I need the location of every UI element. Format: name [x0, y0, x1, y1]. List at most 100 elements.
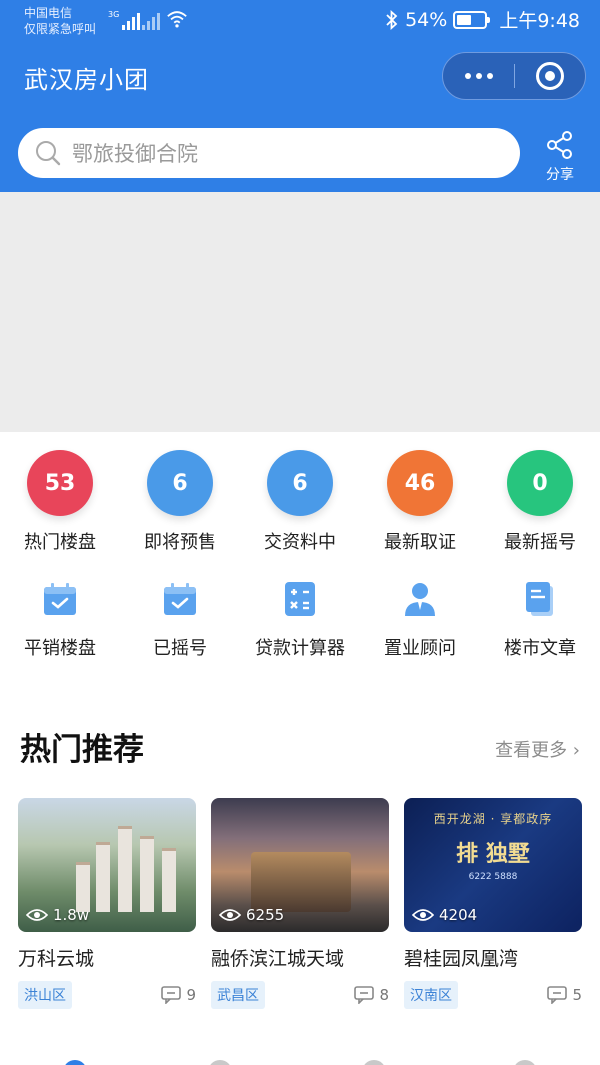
banner-carousel[interactable]	[0, 192, 600, 432]
target-close-icon[interactable]	[515, 53, 585, 99]
stat-latest-lottery[interactable]: 0 最新摇号	[480, 450, 600, 554]
recommend-list: 1.8w 万科云城 洪山区 9 6255 融侨滨江城天域 武昌区 8 西开龙湖 …	[18, 798, 582, 1009]
poster-phone: 6222 5888	[468, 872, 518, 882]
stat-submitting-documents[interactable]: 6 交资料中	[240, 450, 360, 554]
search-icon	[36, 141, 61, 166]
comment-count: 5	[547, 986, 582, 1004]
poster-main-text: 排 独墅	[456, 841, 530, 867]
comment-icon	[547, 986, 568, 1004]
eye-icon	[26, 909, 48, 921]
comment-icon	[161, 986, 182, 1004]
stat-latest-certified[interactable]: 46 最新取证	[360, 450, 480, 554]
property-meta: 武昌区 8	[211, 981, 389, 1009]
calculator-icon	[285, 582, 315, 616]
section-title: 热门推荐	[20, 732, 144, 768]
document-icon	[526, 582, 553, 616]
more-dots-icon[interactable]	[443, 53, 514, 99]
tool-regular-sales[interactable]: 平销楼盘	[0, 578, 120, 660]
view-count: 4204	[412, 906, 477, 924]
poster-headline: 西开龙湖 · 享都政序	[433, 812, 553, 826]
tab-bar	[0, 1050, 600, 1065]
view-more-link[interactable]: 查看更多 ›	[495, 736, 580, 762]
comment-icon	[354, 986, 375, 1004]
wifi-icon	[167, 11, 187, 28]
tool-loan-calculator[interactable]: 贷款计算器	[240, 578, 360, 660]
tool-label: 平销楼盘	[24, 638, 96, 659]
property-name: 融侨滨江城天域	[211, 948, 345, 970]
comment-count-value: 5	[572, 986, 582, 1004]
comment-count: 8	[354, 986, 389, 1004]
stat-label: 最新摇号	[504, 532, 576, 553]
tool-label: 已摇号	[153, 638, 207, 659]
person-icon	[405, 583, 435, 616]
view-count-value: 1.8w	[53, 906, 90, 924]
bluetooth-icon	[386, 9, 398, 30]
comment-count: 9	[161, 986, 196, 1004]
tab-home-icon[interactable]	[63, 1060, 87, 1065]
carrier-emergency: 仅限紧急呼叫	[24, 22, 97, 36]
miniprogram-capsule	[442, 52, 586, 100]
stat-count-bubble: 46	[387, 450, 453, 516]
comment-count-value: 8	[379, 986, 389, 1004]
battery-icon	[453, 10, 491, 29]
stat-upcoming-presale[interactable]: 6 即将预售	[120, 450, 240, 554]
tab-icon[interactable]	[513, 1060, 537, 1065]
eye-icon	[219, 909, 241, 921]
stat-count-bubble: 6	[147, 450, 213, 516]
clock: 上午9:48	[499, 10, 580, 32]
view-count: 6255	[219, 906, 284, 924]
stat-hot-projects[interactable]: 53 热门楼盘	[0, 450, 120, 554]
tool-label: 置业顾问	[384, 638, 456, 659]
status-bar: 中国电信 仅限紧急呼叫 3G 54% 上午9:48	[0, 0, 600, 42]
calendar-check-icon	[44, 583, 76, 615]
property-image: 1.8w	[18, 798, 196, 932]
network-type: 3G	[108, 10, 120, 19]
tool-label: 贷款计算器	[255, 638, 345, 659]
share-icon	[547, 131, 572, 159]
property-card[interactable]: 6255 融侨滨江城天域 武昌区 8	[211, 798, 389, 1009]
tab-icon[interactable]	[362, 1060, 386, 1065]
stat-count-bubble: 0	[507, 450, 573, 516]
comment-count-value: 9	[186, 986, 196, 1004]
signal-icon-secondary	[142, 10, 160, 30]
stat-count-bubble: 53	[27, 450, 93, 516]
share-button[interactable]: 分享	[540, 130, 580, 184]
tool-consultant[interactable]: 置业顾问	[360, 578, 480, 660]
tool-label: 楼市文章	[504, 638, 576, 659]
property-card[interactable]: 1.8w 万科云城 洪山区 9	[18, 798, 196, 1009]
battery-percent: 54%	[405, 8, 448, 31]
search-placeholder: 鄂旅投御合院	[72, 142, 198, 166]
stat-label: 最新取证	[384, 532, 456, 553]
share-label: 分享	[546, 167, 574, 183]
property-name: 万科云城	[18, 948, 95, 970]
eye-icon	[412, 909, 434, 921]
status-right: 54% 上午9:48	[385, 6, 580, 33]
property-meta: 汉南区 5	[404, 981, 582, 1009]
district-tag: 汉南区	[404, 981, 458, 1009]
view-count-value: 4204	[439, 906, 478, 924]
calendar-check-icon	[164, 583, 196, 615]
tool-lottery-done[interactable]: 已摇号	[120, 578, 240, 660]
stats-row: 53 热门楼盘 6 即将预售 6 交资料中 46 最新取证 0 最新摇号	[0, 450, 600, 554]
tool-market-articles[interactable]: 楼市文章	[480, 578, 600, 660]
search-input[interactable]: 鄂旅投御合院	[18, 128, 520, 178]
carrier-name: 中国电信	[24, 6, 73, 20]
top-header: 中国电信 仅限紧急呼叫 3G 54% 上午9:48 武汉房小团 鄂旅投御合院 分…	[0, 0, 600, 192]
signal-icon: 3G	[108, 10, 141, 30]
district-tag: 洪山区	[18, 981, 72, 1009]
view-count-value: 6255	[246, 906, 285, 924]
property-image: 6255	[211, 798, 389, 932]
property-card[interactable]: 西开龙湖 · 享都政序 排 独墅 6222 5888 4204 碧桂园凤凰湾 汉…	[404, 798, 582, 1009]
tab-icon[interactable]	[208, 1060, 232, 1065]
property-name: 碧桂园凤凰湾	[404, 948, 519, 970]
property-image: 西开龙湖 · 享都政序 排 独墅 6222 5888 4204	[404, 798, 582, 932]
stat-label: 即将预售	[144, 532, 216, 553]
stat-count-bubble: 6	[267, 450, 333, 516]
district-tag: 武昌区	[211, 981, 265, 1009]
carrier-info: 中国电信 仅限紧急呼叫	[24, 5, 96, 37]
stat-label: 交资料中	[264, 532, 336, 553]
app-title: 武汉房小团	[24, 66, 149, 94]
property-meta: 洪山区 9	[18, 981, 196, 1009]
stat-label: 热门楼盘	[24, 532, 96, 553]
view-count: 1.8w	[26, 906, 89, 924]
